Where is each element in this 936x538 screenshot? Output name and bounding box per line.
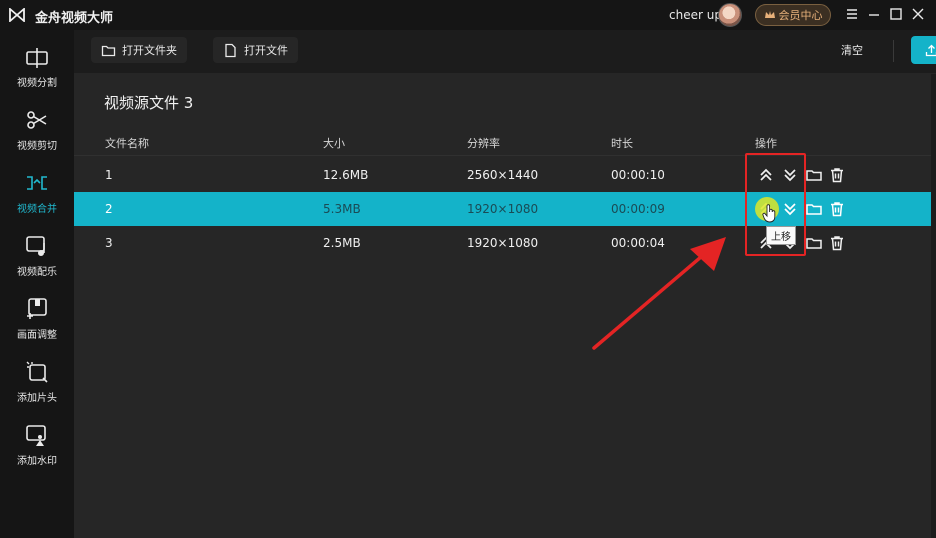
page-title: 视频源文件 3 (104, 94, 194, 112)
sidebar-item-label: 视频剪切 (17, 141, 57, 152)
file-size: 12.6MB (323, 168, 369, 182)
sidebar: 视频分割 视频剪切 视频合并 视频配乐 画面调整 添加片头 添加水印 (0, 30, 74, 538)
delete-icon[interactable] (828, 234, 846, 252)
move-down-icon[interactable] (781, 166, 799, 184)
sidebar-item-label: 视频合并 (17, 204, 57, 215)
folder-icon (101, 45, 116, 56)
sidebar-item-split[interactable]: 视频分割 (0, 40, 74, 98)
toolbar: 打开文件夹 打开文件 清空 导出 (74, 30, 936, 74)
sidebar-item-adjust[interactable]: 画面调整 (0, 292, 74, 350)
file-duration: 00:00:10 (611, 168, 665, 182)
split-icon (24, 44, 50, 70)
open-file-label: 打开文件 (244, 44, 288, 57)
table-row-selected[interactable]: 2 5.3MB 1920×1080 00:00:09 (74, 192, 931, 226)
sidebar-item-label: 画面调整 (17, 330, 57, 341)
sidebar-item-cut[interactable]: 视频剪切 (0, 103, 74, 161)
sidebar-item-label: 视频配乐 (17, 267, 57, 278)
file-size: 2.5MB (323, 236, 361, 250)
column-header-name: 文件名称 (105, 137, 149, 150)
column-header-duration: 时长 (611, 137, 633, 150)
intro-icon (24, 359, 50, 385)
file-size: 5.3MB (323, 202, 361, 216)
avatar[interactable] (718, 3, 742, 27)
column-header-size: 大小 (323, 137, 345, 150)
merge-icon (24, 170, 50, 196)
file-resolution: 2560×1440 (467, 168, 539, 182)
open-folder-icon[interactable] (805, 166, 823, 184)
music-icon (24, 233, 50, 259)
sidebar-item-music[interactable]: 视频配乐 (0, 229, 74, 287)
file-resolution: 1920×1080 (467, 202, 539, 216)
file-name: 2 (105, 202, 113, 216)
file-list-panel: 视频源文件 3 文件名称 大小 分辨率 时长 操作 1 12.6MB 2560×… (74, 74, 931, 538)
title-bar: 金舟视频大师 cheer up 会员中心 (0, 0, 936, 30)
file-name: 3 (105, 236, 113, 250)
delete-icon[interactable] (828, 166, 846, 184)
username[interactable]: cheer up (669, 8, 722, 22)
watermark-icon (24, 422, 50, 448)
menu-icon[interactable] (844, 6, 860, 22)
adjust-icon (24, 296, 50, 322)
file-duration: 00:00:09 (611, 202, 665, 216)
sidebar-item-intro[interactable]: 添加片头 (0, 355, 74, 413)
hand-cursor-icon (762, 204, 776, 223)
minimize-icon[interactable] (866, 6, 882, 22)
table-header: 文件名称 大小 分辨率 时长 操作 (74, 132, 931, 156)
app-title: 金舟视频大师 (35, 11, 114, 26)
maximize-icon[interactable] (888, 6, 904, 22)
column-header-actions: 操作 (755, 137, 777, 150)
tooltip: 上移 (766, 226, 796, 245)
close-icon[interactable] (910, 6, 926, 22)
clear-button[interactable]: 清空 (841, 42, 863, 58)
open-folder-label: 打开文件夹 (122, 44, 177, 57)
export-button[interactable]: 导出 (911, 36, 936, 64)
table-row[interactable]: 3 2.5MB 1920×1080 00:00:04 (74, 226, 931, 260)
sidebar-item-merge[interactable]: 视频合并 (0, 166, 74, 224)
file-name: 1 (105, 168, 113, 182)
file-icon (225, 43, 236, 57)
vip-label: 会员中心 (778, 9, 823, 22)
move-up-icon[interactable] (757, 166, 775, 184)
app-window: 金舟视频大师 cheer up 会员中心 视频分割 视频剪切 视频合并 视频配乐… (0, 0, 936, 538)
open-folder-icon[interactable] (805, 234, 823, 252)
file-resolution: 1920×1080 (467, 236, 539, 250)
sidebar-item-watermark[interactable]: 添加水印 (0, 418, 74, 476)
delete-icon[interactable] (828, 200, 846, 218)
open-folder-icon[interactable] (805, 200, 823, 218)
export-icon (925, 44, 936, 56)
scissors-icon (24, 107, 50, 133)
vip-center-button[interactable]: 会员中心 (755, 4, 831, 26)
open-file-button[interactable]: 打开文件 (213, 37, 298, 63)
table-row[interactable]: 1 12.6MB 2560×1440 00:00:10 (74, 158, 931, 192)
sidebar-item-label: 添加片头 (17, 393, 57, 404)
sidebar-item-label: 视频分割 (17, 78, 57, 89)
crown-icon (764, 11, 775, 18)
toolbar-divider (893, 40, 894, 62)
file-duration: 00:00:04 (611, 236, 665, 250)
open-folder-button[interactable]: 打开文件夹 (91, 37, 187, 63)
column-header-resolution: 分辨率 (467, 137, 500, 150)
sidebar-item-label: 添加水印 (17, 456, 57, 467)
app-logo-icon (9, 8, 25, 22)
move-down-icon[interactable] (781, 200, 799, 218)
